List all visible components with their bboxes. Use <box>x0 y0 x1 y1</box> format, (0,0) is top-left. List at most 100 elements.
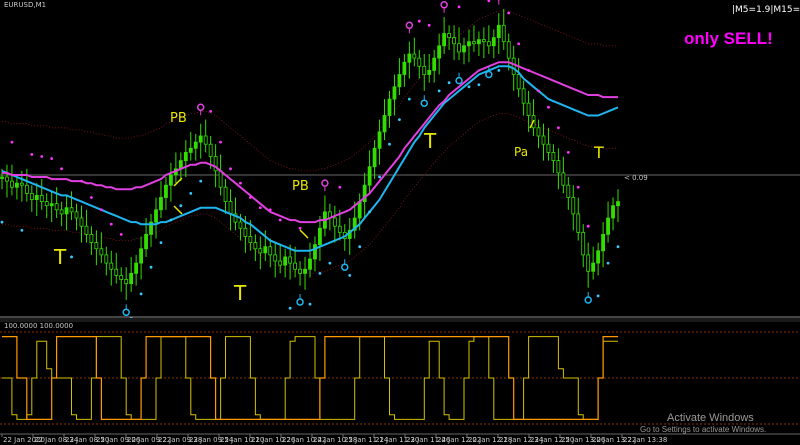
annotation-t-1: T <box>53 245 67 269</box>
buy-dot <box>288 306 292 310</box>
sell-dot <box>507 11 511 15</box>
candle-body <box>228 201 233 215</box>
sell-dot <box>50 157 54 160</box>
buy-dot <box>596 294 600 298</box>
candle-body <box>313 244 317 260</box>
candle-body <box>392 86 397 100</box>
time-axis: 22 Jan 202022 Jan 08:3422 Jan 08:5022 Ja… <box>1 434 667 444</box>
candle-body <box>49 203 54 207</box>
candle-body <box>114 268 119 276</box>
candle-body <box>606 217 610 235</box>
sell-dot <box>566 151 570 154</box>
candle-body <box>218 170 223 188</box>
buy-dot <box>378 175 381 179</box>
panel-resize-handle[interactable] <box>0 318 800 322</box>
candle-body <box>248 236 253 243</box>
candle-body <box>263 246 268 254</box>
buy-dot <box>189 192 193 195</box>
candle-body <box>54 203 59 211</box>
candle-body <box>432 57 437 71</box>
sell-dot <box>219 140 222 144</box>
candle-body <box>124 279 129 284</box>
buy-dot <box>437 89 441 93</box>
candle-body <box>546 143 551 153</box>
candle-body <box>397 74 402 88</box>
candle-body <box>24 184 29 194</box>
buy-dot <box>139 292 143 296</box>
sell-dot <box>209 110 213 113</box>
candle-body <box>19 182 24 186</box>
candle-body <box>298 268 302 274</box>
sell-dot <box>427 23 431 27</box>
buy-dot <box>149 265 153 269</box>
candle-body <box>293 262 297 270</box>
buy-dot <box>388 142 391 146</box>
candle-body <box>541 135 546 145</box>
candle-body <box>268 246 273 256</box>
buy-dot <box>606 261 610 265</box>
candle-body <box>208 143 213 157</box>
sell-dot <box>517 42 521 46</box>
candle-body <box>44 201 49 207</box>
candle-body <box>491 37 496 47</box>
buy-dot <box>179 204 183 208</box>
sell-dot <box>60 167 64 171</box>
sell-dot <box>338 185 342 189</box>
candle-body <box>59 209 64 215</box>
candle-body <box>591 262 596 272</box>
candle-body <box>243 227 248 237</box>
candle-body <box>576 213 581 233</box>
candle-body <box>382 115 387 133</box>
buy-dot <box>328 261 332 265</box>
candle-body <box>516 74 521 90</box>
candle-body <box>526 102 531 116</box>
buy-dot <box>407 97 411 101</box>
candle-body <box>586 254 591 272</box>
candle-body <box>402 61 407 75</box>
candle-body <box>89 233 94 243</box>
candle-body <box>134 262 139 274</box>
candle-body <box>139 248 143 264</box>
candle-body <box>407 53 412 63</box>
candle-body <box>109 262 114 270</box>
buy-dot <box>318 271 322 275</box>
candle-body <box>69 207 74 213</box>
candle-body <box>616 201 620 207</box>
price-label: < 0.09 <box>624 174 648 182</box>
candle-body <box>253 242 258 250</box>
buy-dot <box>477 83 481 87</box>
candle-body <box>183 151 188 161</box>
price-chart[interactable]: EURUSD,M1 |M5=1.9|M15=1.9 only SELL! < 0… <box>0 0 800 445</box>
buy-dot <box>0 220 4 224</box>
annotation-pb-1: PB <box>170 111 187 126</box>
candle-body <box>5 176 9 182</box>
candle-body <box>193 141 198 149</box>
candle-body <box>481 39 486 43</box>
candle-body <box>34 195 39 200</box>
time-tick-label: 22 Jan 13:38 <box>623 436 667 444</box>
candle-body <box>104 254 109 264</box>
candle-body <box>422 65 427 75</box>
sell-dot <box>30 153 34 156</box>
sell-dot <box>80 179 83 183</box>
candle-body <box>337 225 342 233</box>
candle-body <box>94 242 99 250</box>
candle-body <box>288 256 293 264</box>
sell-dot <box>268 208 272 212</box>
candle-body <box>159 197 163 211</box>
sell-dot <box>586 224 590 228</box>
watermark-title: Activate Windows <box>667 412 754 424</box>
candle-body <box>29 192 34 200</box>
sell-dot <box>457 5 461 9</box>
candle-body <box>372 147 377 168</box>
candle-body <box>501 24 506 43</box>
sell-dot <box>537 89 540 93</box>
sell-dot <box>547 105 550 109</box>
candle-body <box>10 180 14 188</box>
buy-dot <box>308 302 312 306</box>
candle-body <box>452 37 456 45</box>
candle-body <box>506 41 511 59</box>
timeframe-label: |M5=1.9|M15=1.9 <box>732 5 800 15</box>
candle-body <box>198 135 203 143</box>
candle-body <box>521 88 526 104</box>
